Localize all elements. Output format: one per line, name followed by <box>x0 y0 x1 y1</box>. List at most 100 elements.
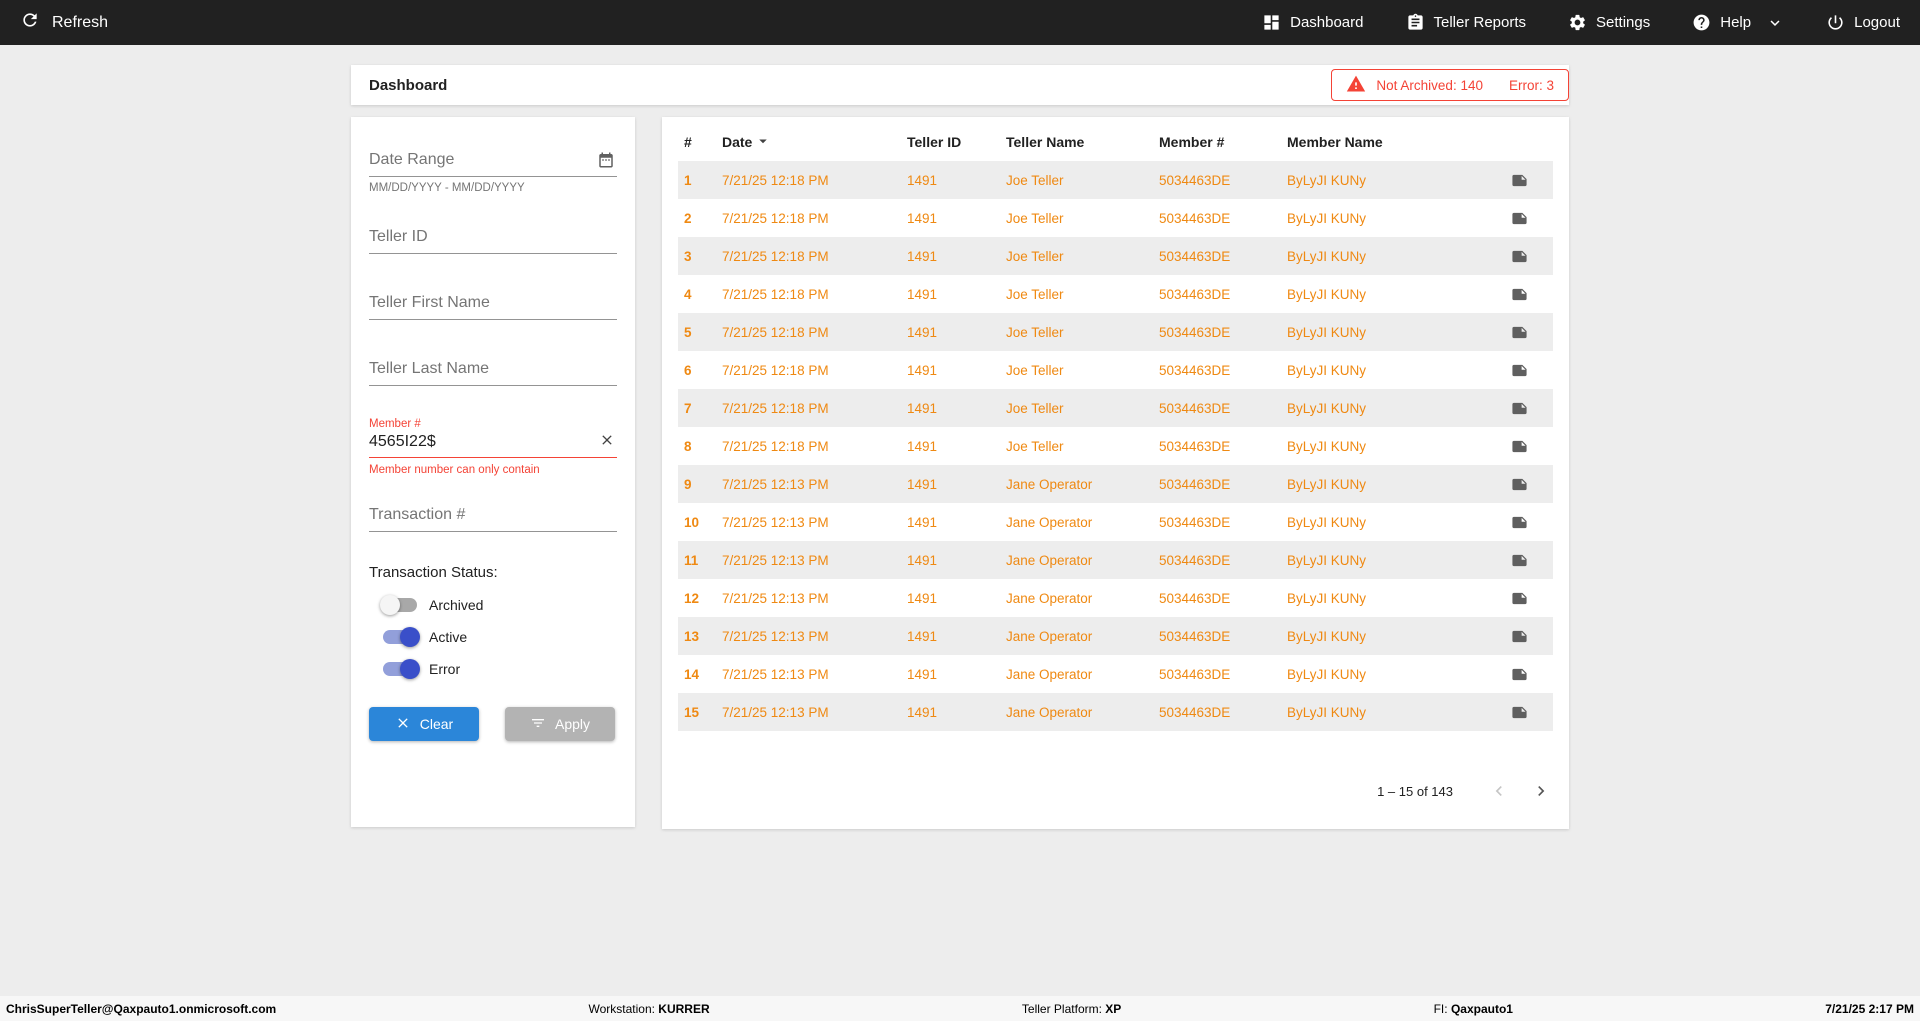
page-header: Dashboard Not Archived: 140 Error: 3 <box>351 65 1569 105</box>
member-number-input[interactable]: 4565I22$ <box>369 430 617 458</box>
note-icon[interactable] <box>1497 172 1553 189</box>
active-switch[interactable] <box>383 627 420 647</box>
alert-error-count: Error: 3 <box>1508 77 1554 93</box>
note-icon[interactable] <box>1497 666 1553 683</box>
table-row[interactable]: 1 7/21/25 12:18 PM 1491 Joe Teller 50344… <box>678 161 1553 199</box>
note-icon[interactable] <box>1497 476 1553 493</box>
teller-last-name-placeholder: Teller Last Name <box>369 360 490 377</box>
content-area: Dashboard Not Archived: 140 Error: 3 Dat… <box>351 65 1569 829</box>
clear-button[interactable]: Clear <box>369 707 479 741</box>
nav-dashboard[interactable]: Dashboard <box>1262 13 1364 32</box>
pagination: 1 – 15 of 143 <box>678 779 1553 829</box>
note-icon[interactable] <box>1497 438 1553 455</box>
table-row[interactable]: 5 7/21/25 12:18 PM 1491 Joe Teller 50344… <box>678 313 1553 351</box>
pagination-range: 1 – 15 of 143 <box>1377 783 1453 799</box>
calendar-icon[interactable] <box>597 151 615 174</box>
note-icon[interactable] <box>1497 362 1553 379</box>
toggle-error[interactable]: Error <box>383 659 617 679</box>
table-row[interactable]: 14 7/21/25 12:13 PM 1491 Jane Operator 5… <box>678 655 1553 693</box>
table-row[interactable]: 9 7/21/25 12:13 PM 1491 Jane Operator 50… <box>678 465 1553 503</box>
note-icon[interactable] <box>1497 590 1553 607</box>
footer-user: ChrisSuperTeller@Qaxpauto1.onmicrosoft.c… <box>6 1001 277 1016</box>
reports-icon <box>1406 13 1425 32</box>
fi-value: Qaxpauto1 <box>1450 1001 1513 1016</box>
refresh-button[interactable]: Refresh <box>20 10 108 35</box>
dashboard-icon <box>1262 13 1281 32</box>
note-icon[interactable] <box>1497 400 1553 417</box>
top-nav: Dashboard Teller Reports Settings Help L… <box>1262 13 1900 32</box>
next-page-button[interactable] <box>1529 779 1553 803</box>
filter-panel: Date Range MM/DD/YYYY - MM/DD/YYYY Telle… <box>351 117 635 827</box>
teller-id-input[interactable]: Teller ID <box>369 220 617 254</box>
col-header-teller-name: Teller Name <box>1006 134 1085 150</box>
teller-id-placeholder: Teller ID <box>369 228 428 245</box>
note-icon[interactable] <box>1497 324 1553 341</box>
toggle-active[interactable]: Active <box>383 627 617 647</box>
nav-help[interactable]: Help <box>1692 13 1784 32</box>
toggle-archived[interactable]: Archived <box>380 595 617 615</box>
nav-teller-reports[interactable]: Teller Reports <box>1406 13 1526 32</box>
toggle-active-label: Active <box>429 629 468 645</box>
toggle-archived-label: Archived <box>429 597 484 613</box>
table-row[interactable]: 13 7/21/25 12:13 PM 1491 Jane Operator 5… <box>678 617 1553 655</box>
apply-button-label: Apply <box>554 716 591 732</box>
table-row[interactable]: 3 7/21/25 12:18 PM 1491 Joe Teller 50344… <box>678 237 1553 275</box>
table-row[interactable]: 15 7/21/25 12:13 PM 1491 Jane Operator 5… <box>678 693 1553 731</box>
table-row[interactable]: 10 7/21/25 12:13 PM 1491 Jane Operator 5… <box>678 503 1553 541</box>
toggle-error-label: Error <box>429 661 461 677</box>
note-icon[interactable] <box>1497 514 1553 531</box>
teller-first-name-input[interactable]: Teller First Name <box>369 286 617 320</box>
note-icon[interactable] <box>1497 552 1553 569</box>
col-header-teller-id: Teller ID <box>907 134 962 150</box>
nav-help-label: Help <box>1720 14 1752 31</box>
table-body: 1 7/21/25 12:18 PM 1491 Joe Teller 50344… <box>678 161 1553 731</box>
note-icon[interactable] <box>1497 628 1553 645</box>
nav-logout[interactable]: Logout <box>1826 13 1900 32</box>
table-header-row: # Date Teller ID Teller Name Member # Me… <box>678 123 1553 161</box>
note-icon[interactable] <box>1497 704 1553 721</box>
transaction-status-label: Transaction Status: <box>369 564 498 581</box>
nav-settings[interactable]: Settings <box>1568 13 1650 32</box>
note-icon[interactable] <box>1497 286 1553 303</box>
table-row[interactable]: 6 7/21/25 12:18 PM 1491 Joe Teller 50344… <box>678 351 1553 389</box>
logout-icon <box>1826 13 1845 32</box>
prev-page-button[interactable] <box>1487 779 1511 803</box>
member-number-label: Member # <box>369 418 421 430</box>
note-icon[interactable] <box>1497 248 1553 265</box>
apply-button[interactable]: Apply <box>505 707 615 741</box>
note-icon[interactable] <box>1497 210 1553 227</box>
table-row[interactable]: 4 7/21/25 12:18 PM 1491 Joe Teller 50344… <box>678 275 1553 313</box>
not-archived-alert[interactable]: Not Archived: 140 Error: 3 <box>1331 69 1569 101</box>
col-header-date[interactable]: Date <box>722 132 907 153</box>
refresh-icon <box>20 10 40 35</box>
clear-button-label: Clear <box>419 716 454 732</box>
help-icon <box>1692 13 1711 32</box>
transaction-number-input[interactable]: Transaction # <box>369 498 617 532</box>
sort-down-icon <box>754 132 772 153</box>
transaction-number-placeholder: Transaction # <box>369 506 466 523</box>
error-switch[interactable] <box>383 659 420 679</box>
footer-datetime: 7/21/25 2:17 PM <box>1825 1001 1914 1016</box>
date-range-input[interactable]: Date Range <box>369 143 617 177</box>
nav-logout-label: Logout <box>1854 14 1900 31</box>
settings-icon <box>1568 13 1587 32</box>
table-row[interactable]: 2 7/21/25 12:18 PM 1491 Joe Teller 50344… <box>678 199 1553 237</box>
clear-member-icon[interactable] <box>599 432 615 453</box>
member-number-value: 4565I22$ <box>369 433 436 450</box>
refresh-label: Refresh <box>52 13 109 31</box>
date-range-helper: MM/DD/YYYY - MM/DD/YYYY <box>369 182 525 194</box>
fi-label: FI: <box>1433 1001 1448 1016</box>
status-bar: ChrisSuperTeller@Qaxpauto1.onmicrosoft.c… <box>0 996 1920 1021</box>
member-number-error: Member number can only contain <box>369 464 540 476</box>
transactions-table: # Date Teller ID Teller Name Member # Me… <box>662 117 1569 829</box>
table-row[interactable]: 7 7/21/25 12:18 PM 1491 Joe Teller 50344… <box>678 389 1553 427</box>
teller-last-name-input[interactable]: Teller Last Name <box>369 352 617 386</box>
warning-icon <box>1346 74 1366 97</box>
archived-switch[interactable] <box>380 595 417 615</box>
nav-dashboard-label: Dashboard <box>1290 14 1364 31</box>
table-row[interactable]: 11 7/21/25 12:13 PM 1491 Jane Operator 5… <box>678 541 1553 579</box>
nav-settings-label: Settings <box>1596 14 1651 31</box>
table-row[interactable]: 8 7/21/25 12:18 PM 1491 Joe Teller 50344… <box>678 427 1553 465</box>
table-row[interactable]: 12 7/21/25 12:13 PM 1491 Jane Operator 5… <box>678 579 1553 617</box>
clear-x-icon <box>395 715 411 734</box>
